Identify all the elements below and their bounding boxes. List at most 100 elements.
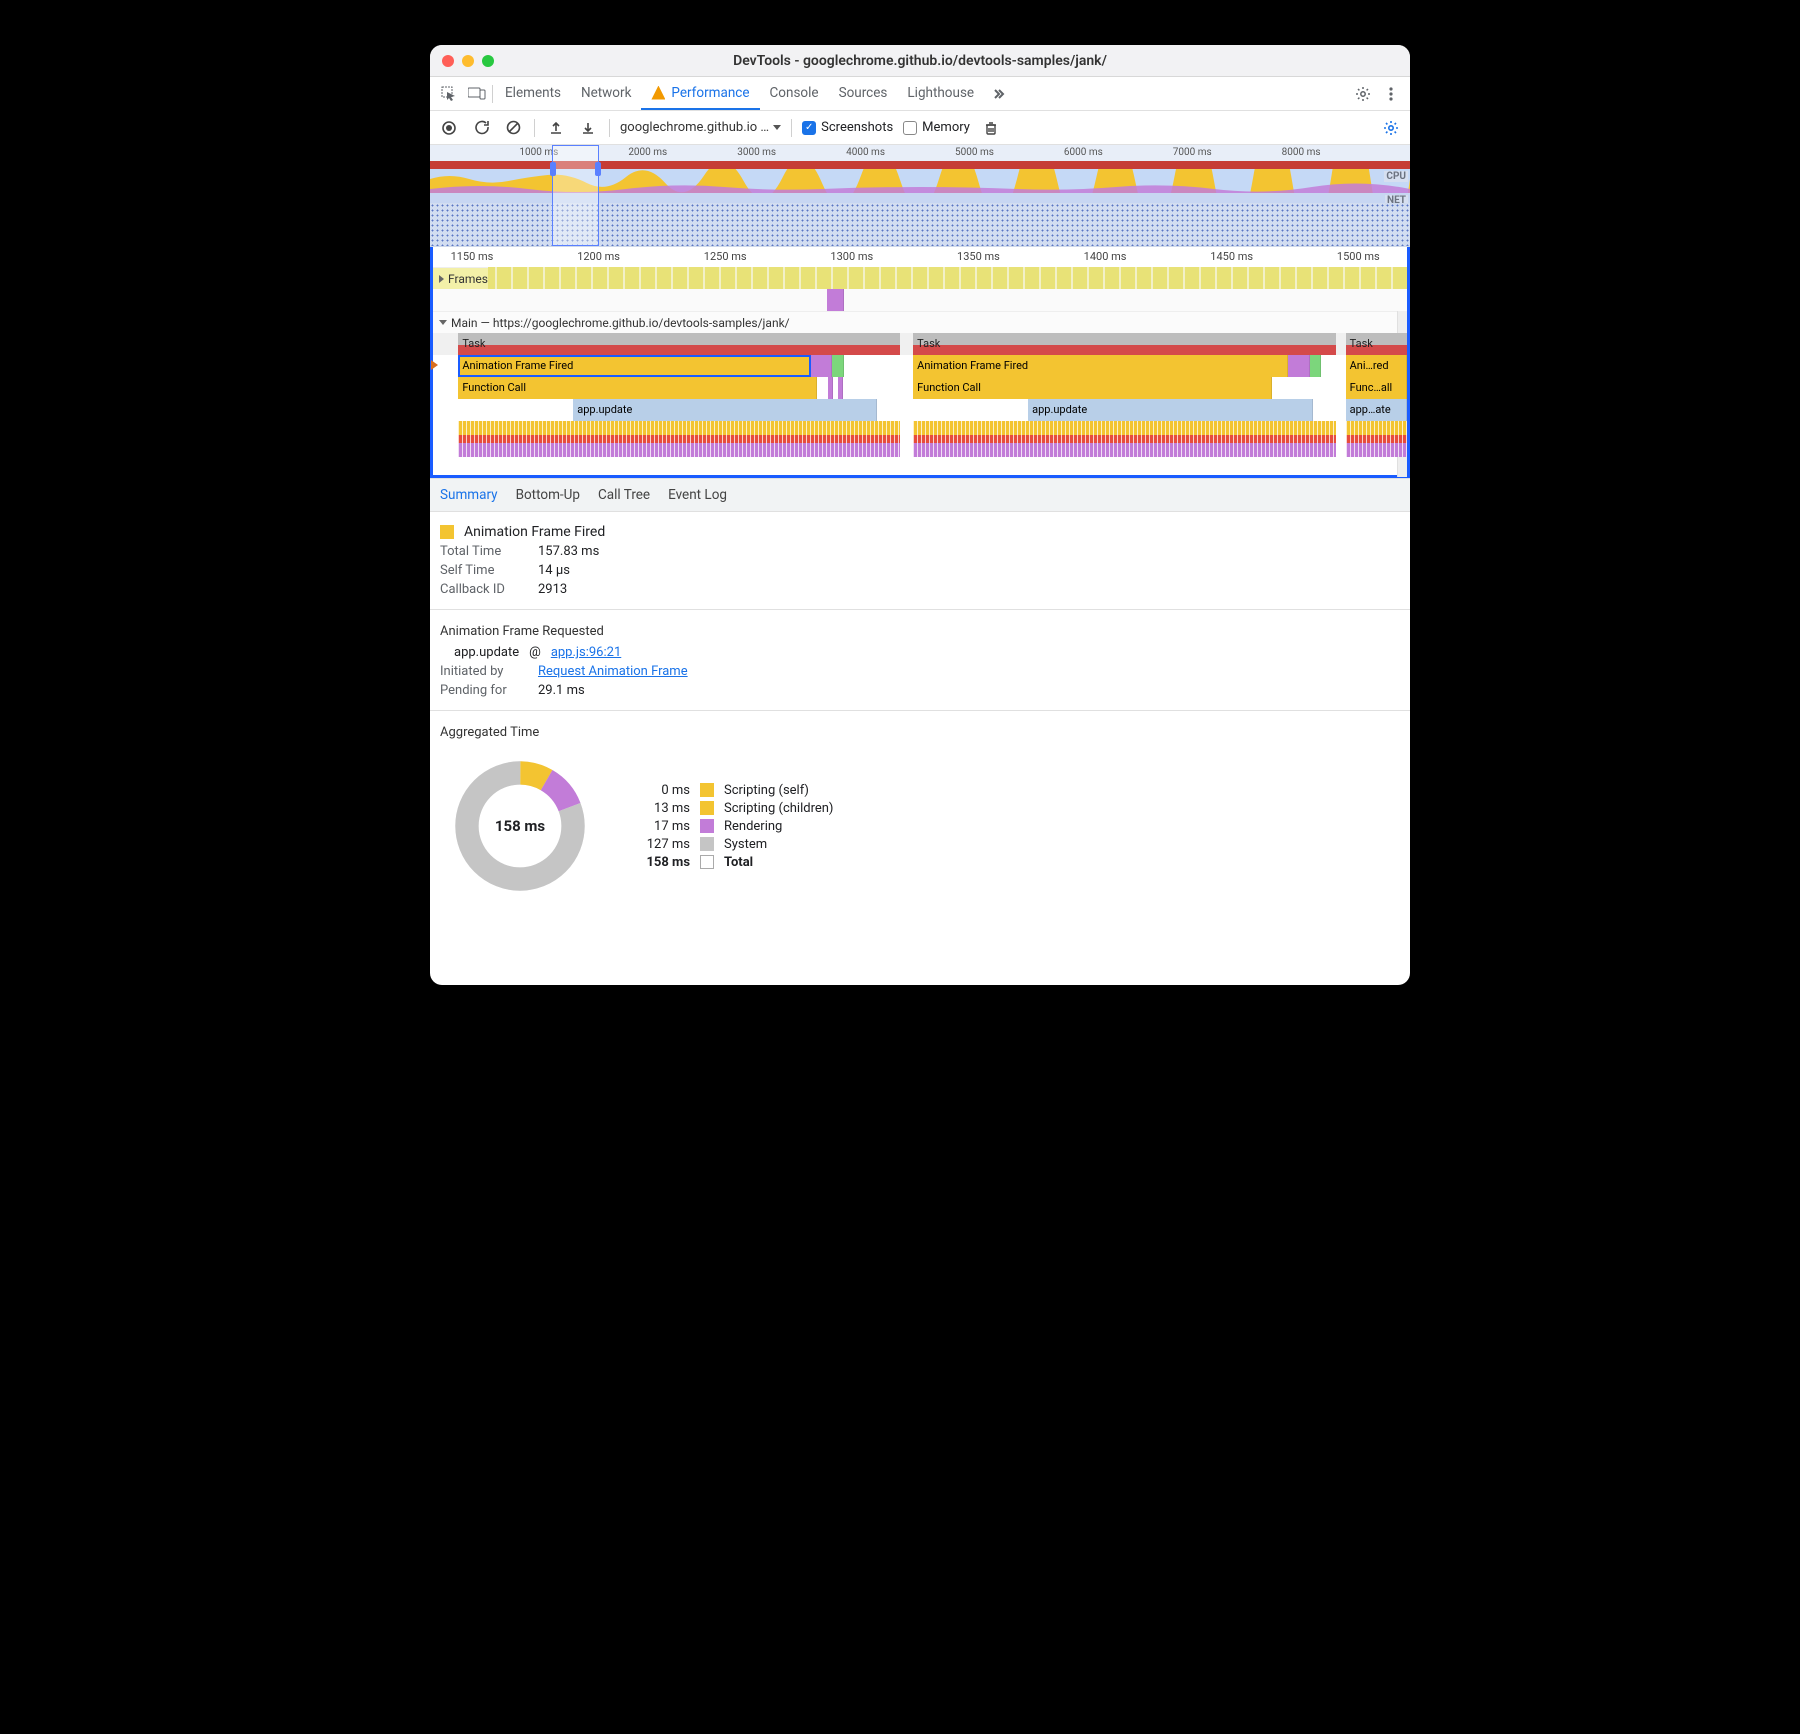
total-time-label: Total Time bbox=[440, 544, 528, 559]
inspect-icon[interactable] bbox=[436, 81, 462, 107]
legend-swatch bbox=[700, 855, 714, 869]
tab-performance[interactable]: Performance bbox=[641, 77, 759, 110]
flame-chart[interactable]: 1150 ms1200 ms1250 ms1300 ms1350 ms1400 … bbox=[430, 247, 1410, 478]
event-color-swatch bbox=[440, 525, 454, 539]
app-update-block[interactable]: app…ate bbox=[1346, 399, 1407, 421]
animation-frame-fired-block[interactable]: Ani…red bbox=[1346, 355, 1407, 377]
clear-icon[interactable] bbox=[502, 117, 524, 139]
screenshots-checkbox[interactable]: ✓ Screenshots bbox=[802, 120, 893, 135]
overview-selection[interactable] bbox=[552, 145, 599, 246]
device-toggle-icon[interactable] bbox=[464, 81, 490, 107]
task-block[interactable]: Task bbox=[913, 333, 1336, 355]
memory-checkbox[interactable]: Memory bbox=[903, 120, 970, 135]
frames-track[interactable]: Frames bbox=[433, 267, 1407, 289]
legend-label: Rendering bbox=[724, 819, 782, 834]
tab-label: Sources bbox=[839, 85, 888, 101]
selection-handle-right[interactable] bbox=[595, 162, 601, 176]
render-block[interactable] bbox=[811, 355, 832, 377]
frames-label: Frames bbox=[448, 272, 488, 286]
summary-requested: Animation Frame Requested app.update @ a… bbox=[430, 610, 1410, 711]
selected-arrow-icon bbox=[431, 360, 438, 370]
checkbox-checked-icon: ✓ bbox=[802, 121, 816, 135]
timeline-overview[interactable]: 1000 ms2000 ms3000 ms4000 ms5000 ms6000 … bbox=[430, 145, 1410, 247]
micro-tasks[interactable] bbox=[1346, 421, 1407, 457]
tab-console[interactable]: Console bbox=[760, 77, 829, 110]
legend-swatch bbox=[700, 801, 714, 815]
paint-block[interactable] bbox=[832, 355, 844, 377]
overview-tick: 7000 ms bbox=[1173, 147, 1212, 158]
callback-id-value: 2913 bbox=[538, 582, 567, 597]
recording-selector-label: googlechrome.github.io … bbox=[620, 120, 769, 135]
legend-row: 158 msTotal bbox=[620, 855, 833, 870]
devtools-window: DevTools - googlechrome.github.io/devtoo… bbox=[430, 45, 1410, 985]
tab-sources[interactable]: Sources bbox=[829, 77, 898, 110]
dropdown-icon bbox=[773, 125, 781, 130]
details-tab-event-log[interactable]: Event Log bbox=[668, 487, 727, 503]
stack-link[interactable]: app.js:96:21 bbox=[551, 645, 621, 660]
tab-network[interactable]: Network bbox=[571, 77, 641, 110]
checkbox-unchecked-icon bbox=[903, 121, 917, 135]
details-tab-call-tree[interactable]: Call Tree bbox=[598, 487, 650, 503]
memory-label: Memory bbox=[922, 120, 970, 135]
warning-icon bbox=[651, 86, 665, 100]
flame-tick: 1200 ms bbox=[577, 250, 620, 263]
pending-for-label: Pending for bbox=[440, 683, 528, 698]
task-block[interactable]: Task bbox=[458, 333, 899, 355]
animation-frame-fired-block[interactable]: Animation Frame Fired bbox=[458, 355, 811, 377]
record-icon[interactable] bbox=[438, 117, 460, 139]
summary-event: Animation Frame Fired Total Time157.83 m… bbox=[430, 512, 1410, 610]
flame-tick: 1300 ms bbox=[830, 250, 873, 263]
initiated-by-link[interactable]: Request Animation Frame bbox=[538, 664, 688, 679]
legend-ms: 17 ms bbox=[620, 819, 690, 834]
function-call-block[interactable]: Function Call bbox=[458, 377, 816, 399]
summary-aggregated: Aggregated Time 158 ms 0 msScripting (se… bbox=[430, 711, 1410, 918]
self-time-label: Self Time bbox=[440, 563, 528, 578]
reload-icon[interactable] bbox=[470, 117, 492, 139]
tab-label: Performance bbox=[671, 85, 749, 101]
app-update-block[interactable]: app.update bbox=[1028, 399, 1312, 421]
legend-label: Scripting (self) bbox=[724, 783, 809, 798]
micro-tasks[interactable] bbox=[458, 421, 899, 457]
main-thread-header[interactable]: Main — https://googlechrome.github.io/de… bbox=[433, 311, 1407, 333]
tab-elements[interactable]: Elements bbox=[495, 77, 571, 110]
flame-tick: 1150 ms bbox=[451, 250, 494, 263]
collapse-icon[interactable] bbox=[439, 275, 444, 283]
selection-handle-left[interactable] bbox=[550, 162, 556, 176]
tab-lighthouse[interactable]: Lighthouse bbox=[897, 77, 984, 110]
layout-shift-block[interactable] bbox=[827, 289, 844, 311]
panel-tabs: ElementsNetwork Performance Console Sources… bbox=[430, 77, 1410, 111]
details-tab-bottom-up[interactable]: Bottom-Up bbox=[516, 487, 580, 503]
more-tabs-icon[interactable] bbox=[986, 81, 1012, 107]
self-time-value: 14 µs bbox=[538, 563, 570, 578]
download-icon[interactable] bbox=[577, 117, 599, 139]
upload-icon[interactable] bbox=[545, 117, 567, 139]
task-block[interactable]: Task bbox=[1346, 333, 1407, 355]
paint-block[interactable] bbox=[1310, 355, 1322, 377]
recording-selector[interactable]: googlechrome.github.io … bbox=[620, 120, 781, 135]
layout-shifts-lane bbox=[433, 289, 1407, 311]
function-call-block[interactable]: Function Call bbox=[913, 377, 1271, 399]
micro-tasks[interactable] bbox=[913, 421, 1336, 457]
animation-frame-fired-block[interactable]: Animation Frame Fired bbox=[913, 355, 1288, 377]
app-update-block[interactable]: app.update bbox=[573, 399, 877, 421]
flame-tick: 1350 ms bbox=[957, 250, 1000, 263]
callback-id-label: Callback ID bbox=[440, 582, 528, 597]
overview-tick: 2000 ms bbox=[628, 147, 667, 158]
expand-icon[interactable] bbox=[439, 320, 447, 325]
settings-gear-icon[interactable] bbox=[1350, 81, 1376, 107]
capture-settings-gear-icon[interactable] bbox=[1380, 117, 1402, 139]
pending-for-value: 29.1 ms bbox=[538, 683, 585, 698]
details-tab-summary[interactable]: Summary bbox=[440, 487, 498, 503]
legend-ms: 13 ms bbox=[620, 801, 690, 816]
kebab-menu-icon[interactable] bbox=[1378, 81, 1404, 107]
overview-tick: 6000 ms bbox=[1064, 147, 1103, 158]
function-call-block[interactable]: Func…all bbox=[1346, 377, 1407, 399]
flame-ruler: 1150 ms1200 ms1250 ms1300 ms1350 ms1400 … bbox=[433, 247, 1407, 267]
flame-tick: 1250 ms bbox=[704, 250, 747, 263]
render-block[interactable] bbox=[1288, 355, 1309, 377]
gc-icon[interactable] bbox=[980, 117, 1002, 139]
legend-row: 127 msSystem bbox=[620, 837, 833, 852]
screenshots-label: Screenshots bbox=[821, 120, 893, 135]
legend-label: Total bbox=[724, 855, 753, 870]
aggregated-legend: 0 msScripting (self)13 msScripting (chil… bbox=[620, 780, 833, 873]
